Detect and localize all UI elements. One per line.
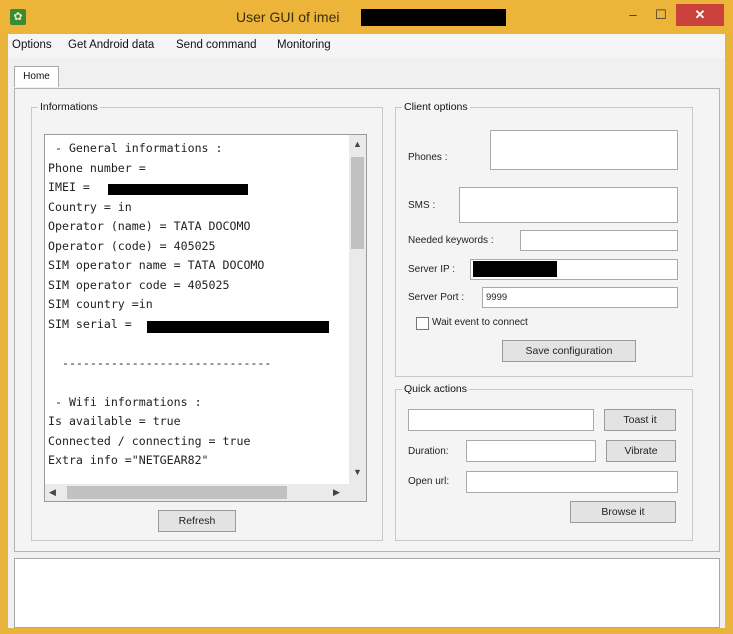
toast-message-input[interactable] <box>408 409 594 431</box>
window-client-area: Options Get Android data Send command Mo… <box>8 34 725 628</box>
info-line: Extra info ="NETGEAR82" <box>48 453 209 467</box>
save-configuration-button[interactable]: Save configuration <box>502 340 636 362</box>
refresh-button[interactable]: Refresh <box>158 510 236 532</box>
wait-event-label: Wait event to connect <box>432 317 528 328</box>
info-line: Phone number = <box>48 160 146 175</box>
duration-label: Duration: <box>408 446 449 457</box>
menu-monitoring[interactable]: Monitoring <box>277 39 331 51</box>
phones-label: Phones : <box>408 152 448 163</box>
open-url-input[interactable] <box>466 471 678 493</box>
menu-get-android-data[interactable]: Get Android data <box>68 39 154 51</box>
browse-it-button[interactable]: Browse it <box>570 501 676 523</box>
info-line: Is available = true <box>48 414 181 428</box>
informations-group: Informations - General informations : Pho… <box>31 101 383 541</box>
client-options-group-title: Client options <box>402 101 470 113</box>
open-url-label: Open url: <box>408 476 450 487</box>
menu-bar: Options Get Android data Send command Mo… <box>8 34 725 58</box>
sms-label: SMS : <box>408 200 436 211</box>
client-options-group: Client options Phones : SMS : Needed key… <box>395 101 693 377</box>
needed-keywords-label: Needed keywords : <box>408 235 494 246</box>
scroll-left-icon[interactable]: ◀ <box>49 487 56 498</box>
scroll-up-icon[interactable]: ▲ <box>353 139 362 149</box>
toast-it-button[interactable]: Toast it <box>604 409 676 431</box>
server-ip-label: Server IP : <box>408 264 456 275</box>
informations-horizontal-scrollbar[interactable]: ◀ ▶ <box>45 484 349 501</box>
info-line: SIM operator code = 405025 <box>48 277 230 292</box>
info-line: ------------------------------ <box>48 355 272 370</box>
home-tab-panel: Informations - General informations : Pho… <box>14 88 720 552</box>
informations-listbox[interactable]: - General informations : Phone number = IM… <box>44 134 367 502</box>
info-line: - Wifi informations : <box>48 394 202 409</box>
quick-actions-group: Quick actions Toast it Duration: Vibrate… <box>395 383 693 541</box>
vibrate-button[interactable]: Vibrate <box>606 440 676 462</box>
redacted-server-ip <box>473 261 557 277</box>
android-app-icon: ✿ <box>10 9 26 25</box>
quick-actions-group-title: Quick actions <box>402 383 470 395</box>
phones-input[interactable] <box>490 130 678 170</box>
info-line: Operator (code) = 405025 <box>48 238 216 253</box>
tab-home[interactable]: Home <box>14 66 59 87</box>
title-bar[interactable]: ✿ User GUI of imei – ☐ ✕ <box>0 0 733 34</box>
horizontal-scroll-thumb[interactable] <box>67 486 287 499</box>
wait-event-checkbox[interactable] <box>416 317 429 330</box>
info-line <box>48 334 346 354</box>
scroll-right-icon[interactable]: ▶ <box>333 487 340 498</box>
output-log-textbox[interactable] <box>14 558 720 628</box>
needed-keywords-input[interactable] <box>520 230 678 251</box>
redacted-imei-value <box>108 184 248 195</box>
menu-options[interactable]: Options <box>12 39 52 51</box>
informations-group-title: Informations <box>38 101 100 113</box>
tab-strip: Home <box>8 60 725 88</box>
menu-send-command[interactable]: Send command <box>176 39 257 51</box>
info-line: SIM operator name = TATA DOCOMO <box>48 258 265 272</box>
info-line: Connected / connecting = true <box>48 433 251 448</box>
info-line: Operator (name) = TATA DOCOMO <box>48 219 251 233</box>
server-port-input[interactable]: 9999 <box>482 287 678 308</box>
sms-input[interactable] <box>459 187 678 223</box>
info-line: - General informations : <box>48 141 223 155</box>
info-line: Reason = null <box>48 471 346 476</box>
scroll-down-icon[interactable]: ▼ <box>353 467 362 477</box>
info-line <box>48 373 346 393</box>
close-button[interactable]: ✕ <box>676 4 724 26</box>
redacted-sim-serial <box>147 321 329 333</box>
redacted-imei <box>361 9 506 26</box>
window-title: User GUI of imei <box>236 9 340 25</box>
duration-input[interactable] <box>466 440 596 462</box>
informations-vertical-scrollbar[interactable]: ▲ ▼ <box>349 135 366 501</box>
minimize-button[interactable]: – <box>620 4 646 26</box>
info-line: Country = in <box>48 199 132 214</box>
vertical-scroll-thumb[interactable] <box>351 157 364 249</box>
info-line: SIM country =in <box>48 297 153 311</box>
maximize-button[interactable]: ☐ <box>648 4 674 26</box>
server-port-label: Server Port : <box>408 292 465 303</box>
